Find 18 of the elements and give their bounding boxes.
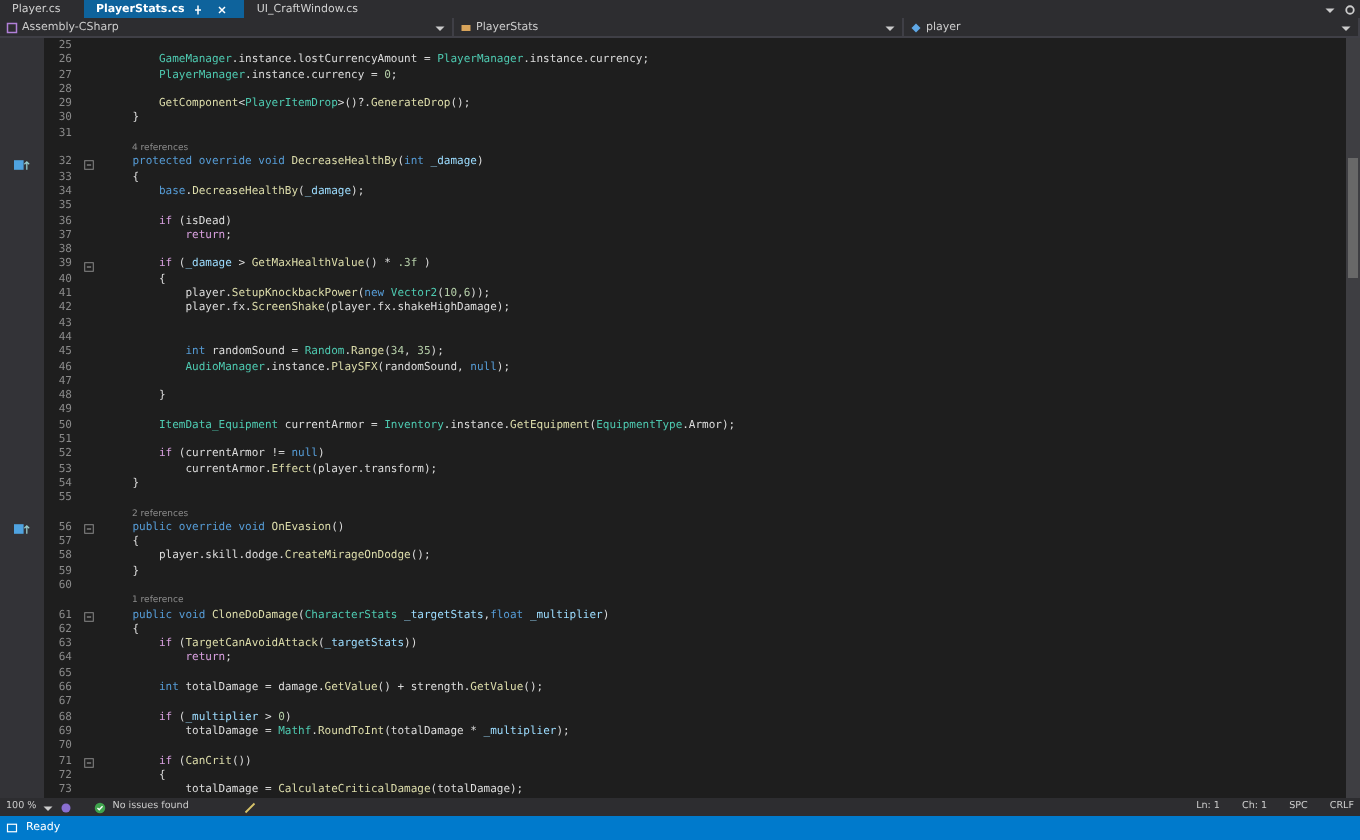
- class-icon: [460, 21, 472, 33]
- collapse-icon[interactable]: [84, 757, 94, 768]
- collapse-icon[interactable]: [84, 261, 94, 272]
- brush-icon[interactable]: [244, 801, 257, 813]
- scrollbar-thumb[interactable]: [1348, 158, 1358, 278]
- collapse-icon[interactable]: [84, 611, 94, 622]
- override-icon[interactable]: [14, 159, 30, 170]
- override-icon[interactable]: [14, 523, 30, 534]
- collapse-icon[interactable]: [84, 523, 94, 534]
- check-icon: [94, 801, 107, 813]
- output-icon[interactable]: [6, 822, 18, 834]
- project-icon: [6, 21, 18, 33]
- collapse-icon[interactable]: [84, 159, 94, 170]
- scrollbar[interactable]: [1346, 38, 1360, 798]
- copilot-icon[interactable]: [60, 801, 73, 813]
- close-icon[interactable]: [216, 3, 229, 15]
- pin-icon[interactable]: [192, 3, 205, 15]
- settings-icon[interactable]: [1344, 3, 1356, 15]
